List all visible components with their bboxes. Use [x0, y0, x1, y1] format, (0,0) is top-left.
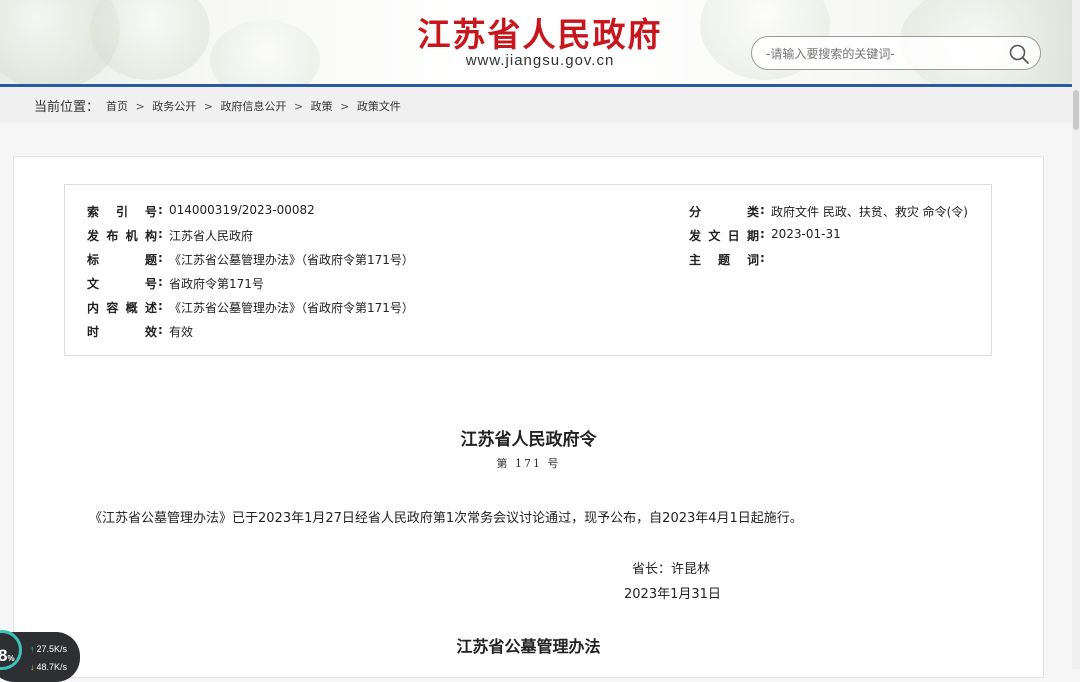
- meta-key: 主题词: [689, 253, 759, 267]
- document-number: 第 171 号: [496, 457, 561, 470]
- meta-value: 江苏省人民政府: [169, 229, 254, 243]
- meta-value: 2023-01-31: [771, 227, 841, 241]
- meta-key: 分类: [689, 205, 759, 219]
- meta-key: 内容概述: [87, 301, 157, 315]
- breadcrumb-gov-affairs[interactable]: 政务公开: [152, 100, 196, 113]
- upload-arrow-icon: ↑: [30, 644, 35, 654]
- network-speed-widget[interactable]: 8% ↑ 27.5K/s ↓ 48.7K/s: [0, 630, 80, 682]
- meta-value: 《江苏省公墓管理办法》（省政府令第171号）: [169, 253, 414, 267]
- meta-value: 《江苏省公墓管理办法》（省政府令第171号）: [169, 301, 414, 315]
- meta-value: 有效: [169, 325, 194, 339]
- document-body: 《江苏省公墓管理办法》已于2023年1月27日经省人民政府第1次常务会议讨论通过…: [89, 511, 803, 526]
- search-box[interactable]: [751, 36, 1041, 70]
- breadcrumb-separator: >: [135, 100, 145, 113]
- breadcrumb-separator: >: [203, 100, 213, 113]
- document-signature: 省长：许昆林: [632, 562, 711, 577]
- search-icon[interactable]: [1008, 43, 1030, 65]
- breadcrumb-label: 当前位置：: [34, 100, 100, 115]
- download-arrow-icon: ↓: [30, 662, 35, 672]
- document-subtitle: 江苏省公墓管理办法: [456, 637, 601, 656]
- upload-speed: ↑ 27.5K/s: [30, 644, 68, 654]
- meta-key: 文号: [87, 277, 157, 291]
- document-date: 2023年1月31日: [624, 587, 721, 602]
- meta-key: 标题: [87, 253, 157, 267]
- breadcrumb-info-disclosure[interactable]: 政府信息公开: [220, 100, 286, 113]
- document-title: 江苏省人民政府令: [460, 430, 597, 450]
- content-panel: 索引号: 014000319/2023-00082 发布机构: 江苏省人民政府 …: [13, 156, 1044, 678]
- usage-percent: 8%: [0, 646, 15, 665]
- search-input[interactable]: [764, 43, 998, 65]
- breadcrumb: 当前位置： 首页 > 政务公开 > 政府信息公开 > 政策 > 政策文件: [0, 87, 1080, 122]
- breadcrumb-home[interactable]: 首页: [106, 100, 128, 113]
- download-speed: ↓ 48.7K/s: [30, 662, 68, 672]
- document-meta-box: 索引号: 014000319/2023-00082 发布机构: 江苏省人民政府 …: [64, 184, 992, 356]
- meta-value: 政府文件 民政、扶贫、救灾 命令(令): [771, 205, 968, 219]
- breadcrumb-separator: >: [340, 100, 350, 113]
- meta-key: 发文日期: [689, 229, 759, 243]
- breadcrumb-separator: >: [293, 100, 304, 113]
- meta-value: 014000319/2023-00082: [169, 203, 315, 217]
- breadcrumb-policy-docs[interactable]: 政策文件: [357, 100, 401, 113]
- meta-key: 索引号: [87, 205, 157, 219]
- meta-value: 省政府令第171号: [169, 277, 264, 291]
- scrollbar-thumb[interactable]: [1073, 90, 1079, 130]
- breadcrumb-policy[interactable]: 政策: [311, 100, 333, 113]
- breadcrumb-path: 首页 > 政务公开 > 政府信息公开 > 政策 > 政策文件: [106, 98, 405, 114]
- page-scrollbar[interactable]: [1072, 0, 1080, 669]
- meta-key: 时效: [87, 325, 157, 339]
- site-header: 江苏省人民政府 www.jiangsu.gov.cn: [0, 0, 1080, 84]
- meta-key: 发布机构: [87, 229, 157, 243]
